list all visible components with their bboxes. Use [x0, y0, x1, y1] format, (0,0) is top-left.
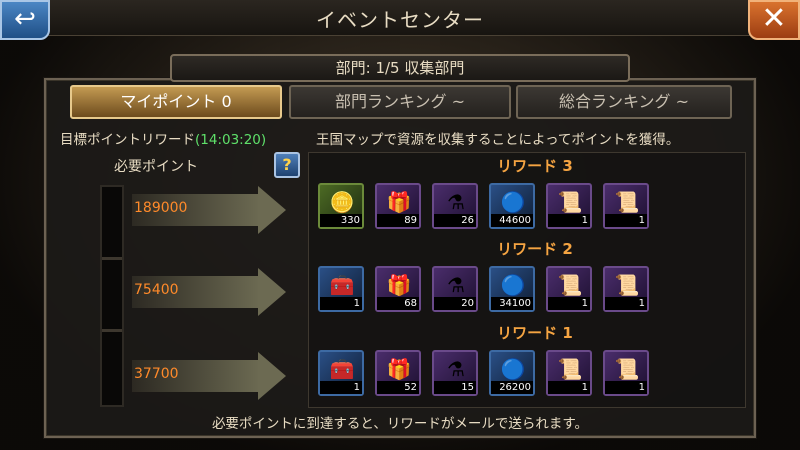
treasure-chest-icon: 🧰: [329, 273, 355, 297]
progress-bar: [100, 185, 124, 407]
progress-tick: [102, 257, 122, 260]
reward-item[interactable]: 🎁 89: [375, 183, 421, 229]
help-button[interactable]: ?: [274, 152, 300, 178]
item-quantity: 89: [377, 214, 419, 227]
item-quantity: 1: [320, 381, 362, 394]
scroll-blue-icon: 📜: [557, 357, 583, 381]
reward-item[interactable]: 📜 1: [546, 183, 592, 229]
tab-overall-ranking[interactable]: 総合ランキング ~: [516, 85, 732, 119]
reward-item[interactable]: 🔵 44600: [489, 183, 535, 229]
reward-item[interactable]: 📜 1: [603, 183, 649, 229]
tier-points: 189000: [134, 200, 188, 216]
arrow-head: [258, 352, 286, 400]
reward-item[interactable]: ⚗ 15: [432, 350, 478, 396]
item-quantity: 1: [605, 297, 647, 310]
blue-orb-icon: 🔵: [500, 357, 526, 381]
scroll-orange-icon: 📜: [614, 273, 640, 297]
scroll-orange-icon: 📜: [614, 357, 640, 381]
required-points-label: 必要ポイント: [114, 159, 198, 175]
scroll-orange-icon: 📜: [614, 190, 640, 214]
item-quantity: 26: [434, 214, 476, 227]
reward-tier-label-text: リワード 1: [497, 324, 573, 342]
tier-arrow: 189000: [132, 186, 302, 234]
reward-item[interactable]: ⚗ 26: [432, 183, 478, 229]
reward-item[interactable]: 🎁 52: [375, 350, 421, 396]
purple-chest-icon: 🎁: [386, 190, 412, 214]
item-quantity: 1: [605, 214, 647, 227]
close-button[interactable]: ✕: [748, 0, 800, 40]
potion-icon: ⚗: [447, 273, 465, 297]
item-quantity: 52: [377, 381, 419, 394]
item-quantity: 44600: [491, 214, 533, 227]
scroll-blue-icon: 📜: [557, 190, 583, 214]
purple-chest-icon: 🎁: [386, 357, 412, 381]
title-bar: ↩ イベントセンター ✕: [0, 0, 800, 40]
reward-item[interactable]: 🧰 1: [318, 350, 364, 396]
purple-chest-icon: 🎁: [386, 273, 412, 297]
reward-item[interactable]: 📜 1: [603, 350, 649, 396]
reward-item[interactable]: 🔵 26200: [489, 350, 535, 396]
tier-points: 37700: [134, 366, 179, 382]
reward-tier-label-text: リワード 2: [497, 240, 573, 258]
tab-my-points[interactable]: マイポイント 0: [70, 85, 282, 119]
page-title: イベントセンター: [316, 8, 484, 32]
tier-arrow: 37700: [132, 352, 302, 400]
reward-item[interactable]: ⚗ 20: [432, 266, 478, 312]
countdown-timer: (14:03:20): [195, 132, 267, 148]
reward-item[interactable]: 🔵 34100: [489, 266, 535, 312]
back-button[interactable]: ↩: [0, 0, 50, 40]
section-header: 部門: 1/5 収集部門: [170, 54, 630, 82]
reward-tier-label-text: リワード 3: [497, 157, 573, 175]
item-quantity: 68: [377, 297, 419, 310]
item-quantity: 34100: [491, 297, 533, 310]
arrow-head: [258, 186, 286, 234]
arrow-head: [258, 268, 286, 316]
goal-title: 目標ポイントリワード(14:03:20): [60, 128, 266, 148]
item-quantity: 1: [605, 381, 647, 394]
footer-note: 必要ポイントに到達すると、リワードがメールで送られます。: [211, 416, 589, 432]
reward-item[interactable]: 🪙 330: [318, 183, 364, 229]
reward-item[interactable]: 📜 1: [546, 350, 592, 396]
item-quantity: 1: [548, 381, 590, 394]
reward-item[interactable]: 📜 1: [546, 266, 592, 312]
progress-tick: [102, 329, 122, 332]
reward-item[interactable]: 🧰 1: [318, 266, 364, 312]
potion-icon: ⚗: [447, 357, 465, 381]
item-quantity: 15: [434, 381, 476, 394]
goal-title-text: 目標ポイントリワード: [60, 132, 195, 148]
reward-item[interactable]: 🎁 68: [375, 266, 421, 312]
gold-coins-icon: 🪙: [329, 190, 355, 214]
item-quantity: 1: [548, 297, 590, 310]
reward-item[interactable]: 📜 1: [603, 266, 649, 312]
item-quantity: 1: [320, 297, 362, 310]
event-description: 王国マップで資源を収集することによってポイントを獲得。: [316, 132, 680, 148]
blue-orb-icon: 🔵: [500, 273, 526, 297]
gold-chest-icon: 🧰: [329, 357, 355, 381]
potion-icon: ⚗: [447, 190, 465, 214]
blue-orb-icon: 🔵: [500, 190, 526, 214]
tier-points: 75400: [134, 282, 179, 298]
item-quantity: 20: [434, 297, 476, 310]
tab-section-ranking[interactable]: 部門ランキング ~: [289, 85, 511, 119]
scroll-blue-icon: 📜: [557, 273, 583, 297]
item-quantity: 1: [548, 214, 590, 227]
item-quantity: 330: [320, 214, 362, 227]
item-quantity: 26200: [491, 381, 533, 394]
tier-arrow: 75400: [132, 268, 302, 316]
